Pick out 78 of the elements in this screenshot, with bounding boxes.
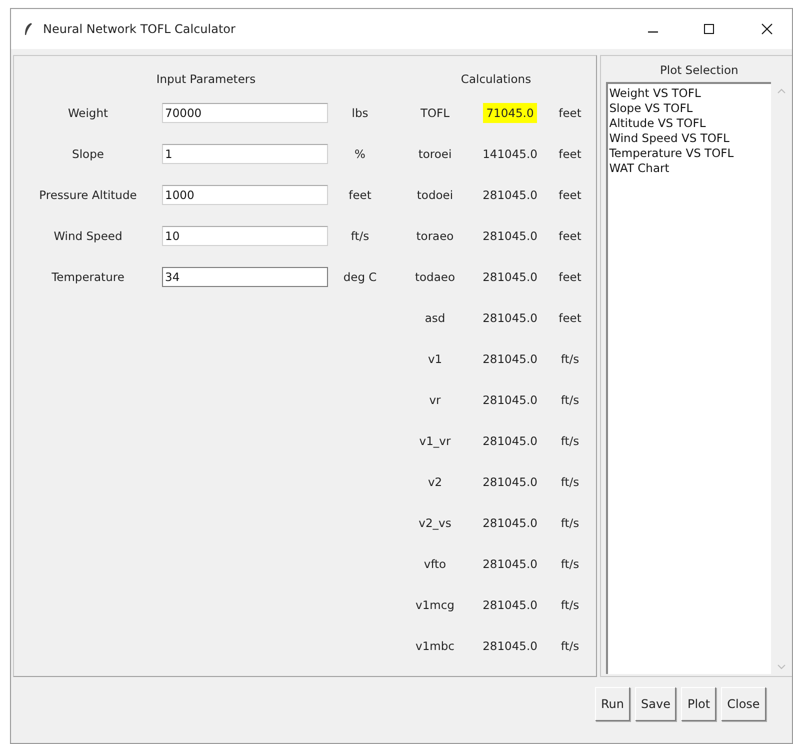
unit-label: ft/s [560,352,580,366]
result-name: v1mbc [414,638,456,652]
action-button[interactable]: Save [635,687,676,721]
result-value: 281045.0 [482,474,538,490]
result-name: vfto [422,556,448,570]
list-item[interactable]: Slope VS TOFL [609,101,693,116]
result-name: v1mcg [414,598,456,612]
result-name: v1 [426,352,444,366]
field-label: Weight [66,106,110,120]
result-name: todoei [416,188,454,202]
unit-label: feet [558,106,582,120]
result-value: 281045.0 [482,186,538,204]
section-heading: Plot Selection [660,62,738,79]
scroll-down-icon[interactable] [776,664,786,670]
action-button[interactable]: Close [721,687,766,721]
result-value: 71045.0 [483,102,537,122]
unit-label: feet [348,188,372,202]
unit-label: ft/s [560,598,580,612]
window-title: Neural Network TOFL Calculator [43,22,236,36]
result-value: 141045.0 [482,146,538,162]
unit-label: ft/s [350,228,370,242]
close-icon [761,23,773,35]
field-label: Wind Speed [52,228,124,242]
unit-label: ft/s [560,638,580,652]
unit-label: ft/s [560,434,580,448]
result-name: toroei [417,146,453,160]
result-name: v2 [426,474,444,488]
unit-label: feet [558,146,582,160]
unit-label: lbs [350,106,370,120]
result-name: v1_vr [418,434,452,448]
result-name: asd [424,310,446,324]
result-value: 281045.0 [482,268,538,286]
result-name: todaeo [414,270,456,284]
section-heading: Input Parameters [156,71,256,88]
result-value: 281045.0 [482,432,538,450]
result-value: 281045.0 [482,350,538,368]
result-value: 281045.0 [482,228,538,244]
unit-label: ft/s [560,392,580,406]
unit-label: % [354,146,366,160]
minimize-icon [648,31,658,33]
unit-label: feet [558,310,582,324]
list-item[interactable]: Weight VS TOFL [609,86,701,101]
list-item[interactable]: Altitude VS TOFL [609,116,706,131]
result-name: v2_vs [418,516,452,530]
action-button[interactable]: Run [595,687,630,721]
unit-label: deg C [342,270,378,284]
list-item[interactable]: WAT Chart [609,161,670,176]
result-name: vr [428,392,442,406]
list-item[interactable]: Wind Speed VS TOFL [609,131,730,146]
result-value: 281045.0 [482,392,538,408]
unit-label: ft/s [560,516,580,530]
result-value: 281045.0 [482,596,538,614]
input-field[interactable]: 1 [162,144,328,164]
result-value: 281045.0 [482,556,538,572]
field-label: Slope [71,146,105,160]
input-field[interactable]: 34 [162,266,328,286]
result-value: 281045.0 [482,310,538,326]
section-heading: Calculations [460,71,532,88]
input-field[interactable]: 1000 [162,184,328,204]
unit-label: feet [558,228,582,242]
result-value: 281045.0 [482,514,538,532]
input-field[interactable]: 70000 [162,102,328,122]
unit-label: ft/s [560,474,580,488]
input-field[interactable]: 10 [162,226,328,246]
list-item[interactable]: Temperature VS TOFL [609,146,734,161]
result-value: 281045.0 [482,638,538,654]
unit-label: ft/s [560,556,580,570]
scroll-up-icon[interactable] [776,88,786,94]
feather-icon [23,22,33,36]
field-label: Temperature [50,270,126,284]
unit-label: feet [558,270,582,284]
field-label: Pressure Altitude [38,188,138,202]
action-button[interactable]: Plot [681,687,716,721]
maximize-icon [703,23,715,35]
plot-listbox[interactable]: Weight VS TOFL Slope VS TOFL Altitude VS TOFL Wind Speed VS TOFL Temperature VS TOFL WAT Chart [606,82,772,674]
result-name: TOFL [419,106,451,120]
result-name: toraeo [415,228,455,242]
unit-label: feet [558,188,582,202]
